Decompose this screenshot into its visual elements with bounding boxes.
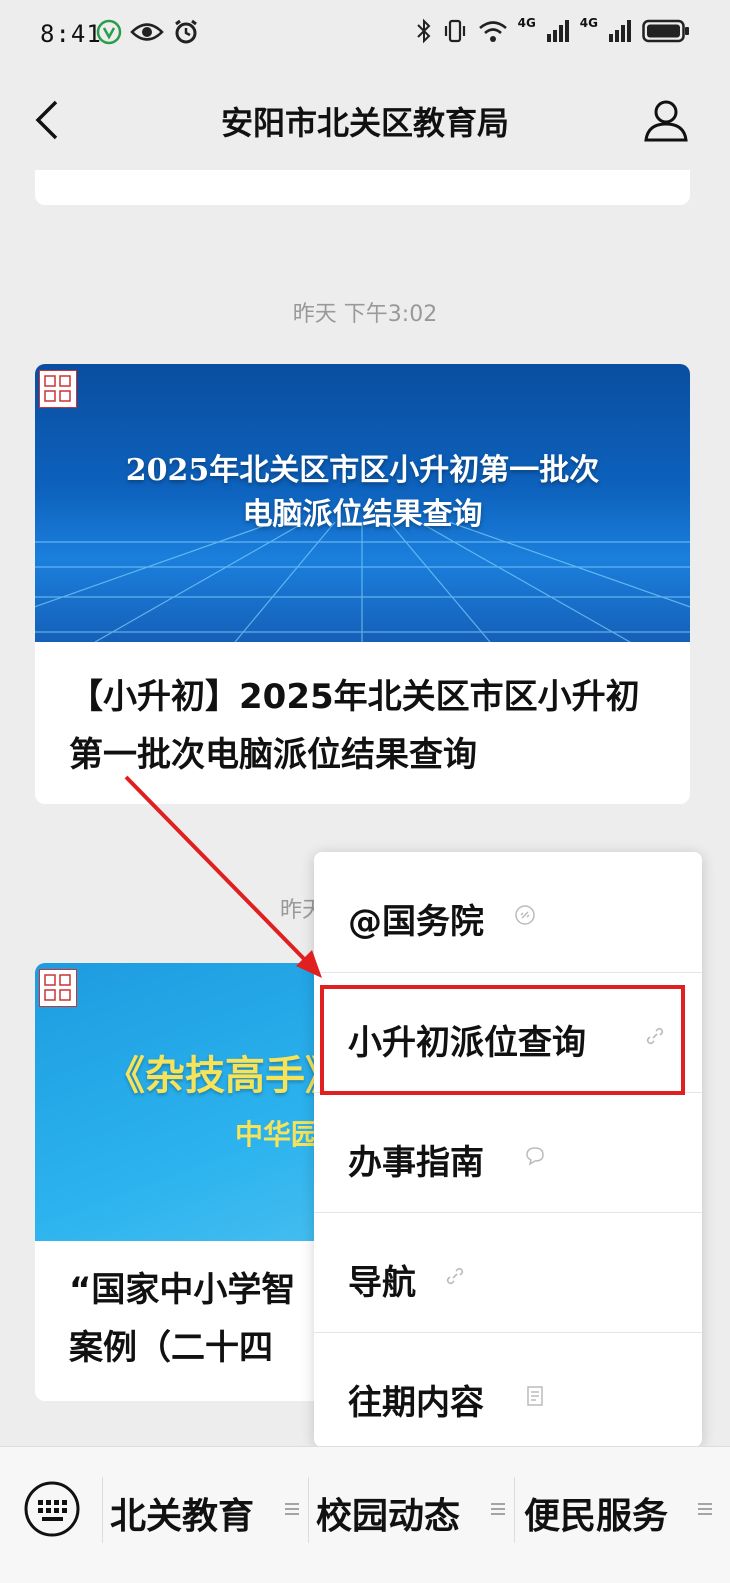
highlight-box-menu-item	[320, 985, 685, 1095]
battery-icon	[642, 19, 689, 43]
status-time: 8:41	[40, 20, 102, 48]
eye-icon	[130, 23, 164, 41]
menu-item-label: 导航	[348, 1263, 416, 1303]
article-headline-1: 【小升初】2025年北关区市区小升初第一批次电脑派位结果查询	[69, 677, 640, 775]
banner-title-line-1: 2025年北关区市区小升初第一批次	[125, 453, 600, 488]
keyboard-icon[interactable]	[22, 1479, 82, 1539]
grid-floor-graphic	[35, 522, 690, 642]
organization-logo-2	[39, 969, 77, 1007]
menu-lines-icon	[698, 1503, 712, 1515]
signal-4g-label-1: 4G	[517, 16, 536, 30]
previous-article-card[interactable]	[35, 170, 690, 205]
chat-bubble-icon	[526, 1147, 544, 1166]
alarm-icon	[175, 19, 197, 44]
menu-lines-icon	[491, 1503, 505, 1515]
organization-logo	[39, 370, 77, 408]
document-icon	[527, 1386, 543, 1406]
app-notification-icon	[96, 19, 122, 45]
link-icon	[515, 905, 535, 925]
signal-4g-label-2: 4G	[579, 16, 598, 30]
timestamp: 昨天 下午3:02	[292, 302, 438, 327]
tab-bianmin-fuwu[interactable]: 便民服务	[524, 1487, 668, 1539]
vibrate-icon	[444, 19, 465, 43]
tab-xiaoyuan-dongtai[interactable]: 校园动态	[316, 1487, 460, 1539]
wifi-icon	[478, 21, 507, 42]
menu-lines-icon	[285, 1503, 299, 1515]
service-popup-menu: @国务院 小升初派位查询 办事指南 导航 往期内容	[314, 852, 702, 1447]
menu-item-label: 往期内容	[348, 1383, 484, 1423]
menu-item-label: 办事指南	[348, 1143, 484, 1183]
article-card-1[interactable]: 2025年北关区市区小升初第一批次 电脑派位结果查询 【小升初】2025年北关区…	[35, 364, 690, 804]
tab-beiguan-jiaoyu[interactable]: 北关教育	[110, 1487, 254, 1539]
app-bar: 安阳市北关区教育局	[0, 70, 730, 170]
link-icon	[446, 1267, 464, 1285]
article-banner-1: 2025年北关区市区小升初第一批次 电脑派位结果查询	[35, 364, 690, 642]
bluetooth-icon	[416, 18, 431, 44]
banner-2-title: 《杂技高手》	[105, 1052, 345, 1099]
menu-item-wangqineirong[interactable]: 往期内容	[314, 1332, 702, 1448]
menu-item-banshizhinan[interactable]: 办事指南	[314, 1092, 702, 1213]
banner-title-line-2: 电脑派位结果查询	[242, 497, 483, 532]
menu-item-daohang[interactable]: 导航	[314, 1212, 702, 1333]
page-title: 安阳市北关区教育局	[220, 104, 509, 142]
signal-bars-icon-2	[609, 20, 631, 42]
banner-2-subtitle: 中华园	[235, 1118, 320, 1151]
profile-icon[interactable]	[642, 96, 690, 144]
menu-item-guowuyuan[interactable]: @国务院	[314, 852, 702, 972]
status-bar: 8:41 4G 4G	[0, 0, 730, 70]
menu-item-label: @国务院	[348, 902, 484, 942]
signal-bars-icon	[546, 20, 569, 42]
bottom-menu-bar: 北关教育 校园动态 便民服务	[0, 1446, 730, 1583]
